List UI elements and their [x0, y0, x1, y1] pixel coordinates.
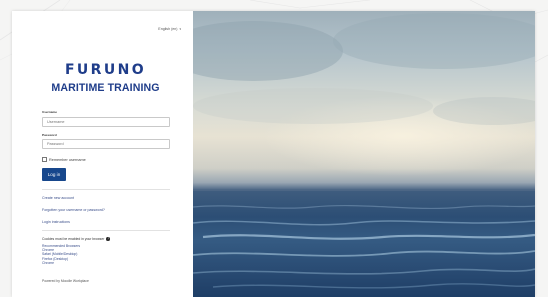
password-label: Password: [42, 133, 57, 137]
password-input[interactable]: [42, 139, 170, 149]
brand-subtitle: MARITIME TRAINING: [51, 82, 160, 94]
login-instructions-link[interactable]: Login instructions: [42, 220, 70, 224]
divider: [42, 189, 170, 190]
cookies-notice: Cookies must be enabled in your browser …: [42, 237, 110, 241]
divider: [42, 230, 170, 231]
create-account-link[interactable]: Create new account: [42, 196, 74, 200]
login-panel: English (en) ▾ FURUNO MARITIME TRAINING …: [12, 11, 193, 297]
login-button[interactable]: Log in: [42, 168, 66, 181]
cookies-notice-text: Cookies must be enabled in your browser: [42, 237, 105, 241]
username-label: Username: [42, 110, 57, 114]
list-item: Chrome: [42, 260, 55, 265]
brand-name: FURUNO: [64, 62, 147, 78]
browser-list: Recommended Browsers Chrome Safari (Mobi…: [42, 244, 80, 265]
remember-username-label: Remember username: [49, 157, 86, 162]
language-label: English (en): [158, 27, 178, 31]
checkbox-icon[interactable]: [42, 157, 47, 162]
language-menu[interactable]: English (en) ▾: [158, 27, 181, 31]
username-input[interactable]: [42, 117, 170, 127]
forgot-password-link[interactable]: Forgotten your username or password?: [42, 208, 105, 212]
ocean-scene: [193, 13, 535, 289]
info-icon[interactable]: i: [106, 237, 110, 241]
chevron-down-icon: ▾: [179, 27, 181, 31]
list-item: Safari (Mobile/Desktop): [42, 252, 78, 257]
ocean-background-image: [193, 11, 535, 297]
login-page: English (en) ▾ FURUNO MARITIME TRAINING …: [12, 11, 535, 297]
brand-logo: FURUNO MARITIME TRAINING: [12, 62, 193, 95]
remember-username-checkbox[interactable]: Remember username: [42, 157, 86, 162]
powered-by: Powered by Moodle Workplace: [42, 279, 89, 283]
